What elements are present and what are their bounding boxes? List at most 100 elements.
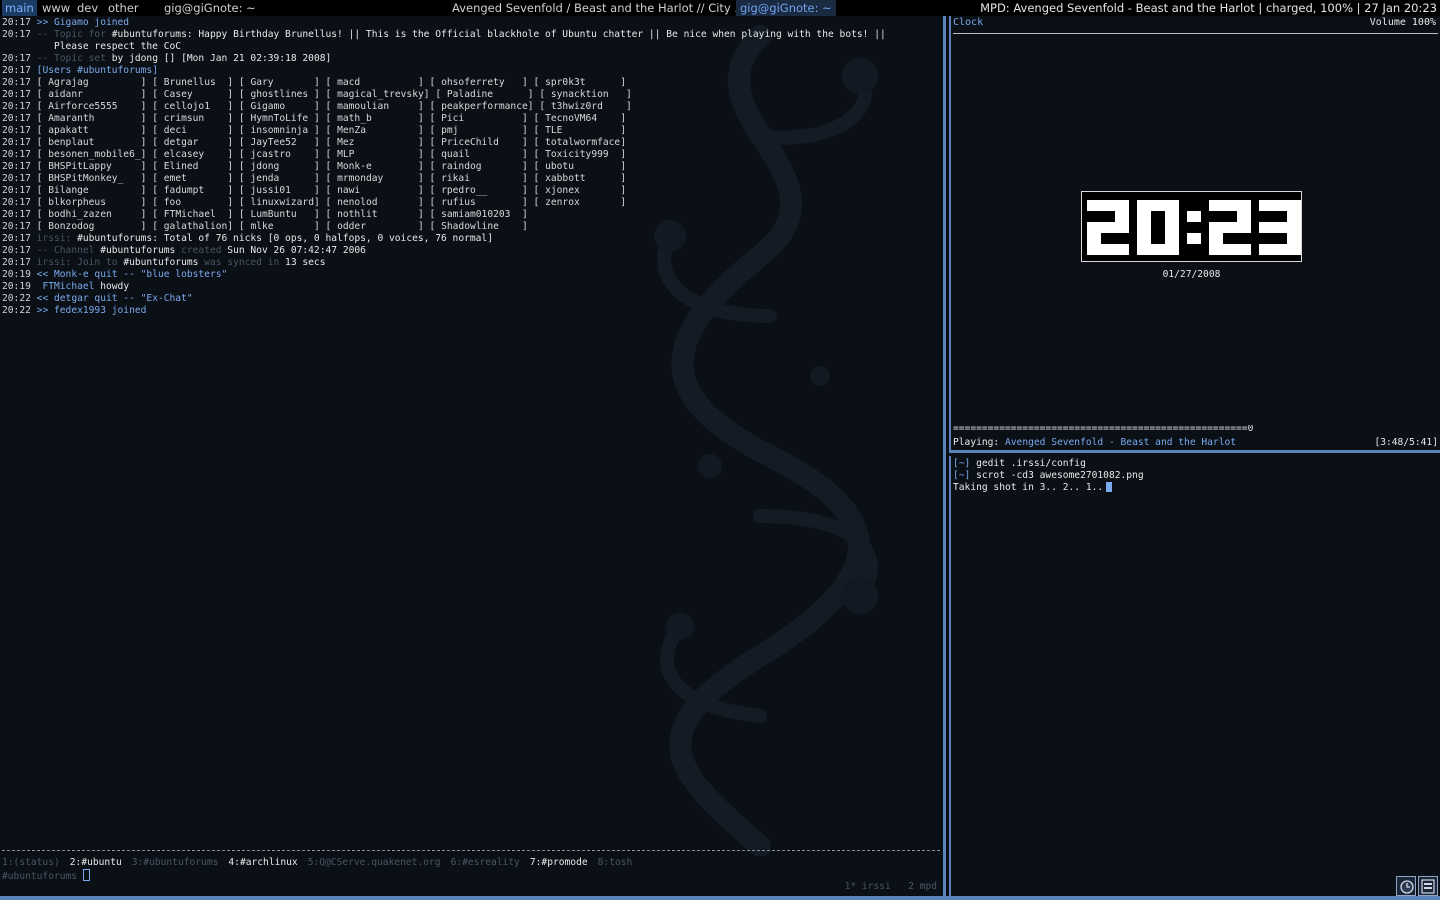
clock-icon[interactable] [1396,876,1416,896]
battery-icon[interactable] [1418,876,1438,896]
activity-window-4[interactable]: 4:#archlinux [228,857,297,868]
taskbar-window-player[interactable]: Avenged Sevenfold / Beast and the Harlot… [452,0,745,16]
user-nick[interactable]: cellojo1 [164,101,228,112]
activity-window-1[interactable]: 1:(status) [2,857,60,868]
user-nick[interactable]: t3hwiz0rd [551,101,626,112]
clock-digit-block [1273,222,1287,233]
user-nick[interactable]: quail [441,149,522,160]
activity-window-2[interactable]: 2:#ubuntu [70,857,122,868]
user-nick[interactable]: HymnToLife [250,113,314,124]
user-nick[interactable]: deci [164,125,228,136]
user-nick[interactable]: detgar [164,137,228,148]
user-nick[interactable]: Casey [164,89,228,100]
user-nick[interactable]: JayTee52 [250,137,314,148]
pane-separator [951,450,1440,453]
user-nick[interactable]: benplaut [48,137,140,148]
user-nick[interactable]: Bonzodog [48,221,140,232]
user-nick[interactable]: Brunellus [164,77,228,88]
activity-window-6[interactable]: 6:#esreality [451,857,520,868]
user-nick[interactable]: besonen_mobile6_ [48,149,140,160]
user-nick[interactable]: ghostlines [250,89,314,100]
tag-dev[interactable]: dev [74,0,101,16]
user-nick[interactable]: rikai [441,173,522,184]
user-nick[interactable]: Gary [250,77,314,88]
tag-www[interactable]: www [39,0,73,16]
user-nick[interactable]: ohsoferrety [441,77,522,88]
user-nick[interactable]: aidanr [48,89,140,100]
user-nick[interactable]: BHSPitMonkey_ [48,173,140,184]
user-nick[interactable]: Gigamo [250,101,314,112]
terminal-pane[interactable]: [~] gedit .irssi/config [~] scrot -cd3 a… [949,456,1440,896]
user-nick[interactable]: Toxicity999 [545,149,620,160]
activity-window-5[interactable]: 5:Q@CServe.quakenet.org [308,857,441,868]
user-nick[interactable]: Elined [164,161,228,172]
user-nick[interactable]: insomninja [250,125,314,136]
user-nick[interactable]: elcasey [164,149,228,160]
user-nick[interactable]: xabbott [545,173,620,184]
user-nick[interactable]: TLE [545,125,620,136]
user-nick[interactable]: Mez [337,137,418,148]
user-nick[interactable]: Monk-e [337,161,418,172]
user-nick[interactable]: Pici [441,113,522,124]
tag-main[interactable]: main [2,0,37,16]
clock-pane[interactable]: Clock Volume 100% 01/27/2008 ===========… [949,16,1440,453]
user-nick[interactable]: Agrajag [48,77,140,88]
activity-window-3[interactable]: 3:#ubuntuforums [132,857,219,868]
user-nick[interactable]: jussi01 [250,185,314,196]
user-nick[interactable]: totalwormface [545,137,620,148]
user-nick[interactable]: Paladine [447,89,528,100]
user-nick[interactable]: LumBuntu [250,209,314,220]
user-nick[interactable]: Shadowline [441,221,522,232]
user-nick[interactable]: zenrox [545,197,620,208]
tag-other[interactable]: other [105,0,142,16]
user-nick[interactable]: mamoulian [337,101,418,112]
user-nick[interactable]: mlke [250,221,314,232]
user-nick[interactable]: jenda [250,173,314,184]
user-nick[interactable]: apakatt [48,125,140,136]
taskbar-window-terminal[interactable]: gig@giGnote: ~ [164,0,256,16]
user-nick[interactable]: ubotu [545,161,620,172]
irssi-window[interactable]: 20:17 >> Gigamo joined 20:17 -- Topic fo… [0,16,946,898]
user-nick[interactable]: math_b [337,113,418,124]
user-nick[interactable]: FTMichael [164,209,228,220]
user-nick[interactable]: galathalion [164,221,228,232]
user-nick[interactable]: pmj [441,125,522,136]
user-nick[interactable]: Amaranth [48,113,140,124]
user-nick[interactable]: spr0k3t [545,77,620,88]
user-nick[interactable]: MLP [337,149,418,160]
user-nick[interactable]: linuxwizard [250,197,314,208]
user-nick[interactable]: blkorpheus [48,197,140,208]
input-line[interactable]: #ubuntuforums [2,869,90,882]
user-nick[interactable]: bodhi_zazen [48,209,140,220]
user-nick[interactable]: mrmonday [337,173,418,184]
user-nick[interactable]: jcastro [250,149,314,160]
user-nick[interactable]: rpedro__ [441,185,522,196]
user-nick[interactable]: MenZa [337,125,418,136]
activity-window-7[interactable]: 7:#promode [530,857,588,868]
user-nick[interactable]: fadumpt [164,185,228,196]
user-nick[interactable]: xjonex [545,185,620,196]
user-nick[interactable]: Bilange [48,185,140,196]
taskbar-window-terminal-focused[interactable]: gig@giGnote: ~ [736,0,836,16]
user-nick[interactable]: samiam010203 [441,209,522,220]
user-nick[interactable]: rufius [441,197,522,208]
song-progress-bar[interactable]: ========================================… [953,425,1273,433]
user-nick[interactable]: macd [337,77,418,88]
user-nick[interactable]: magical_trevsky [337,89,424,100]
user-nick[interactable]: jdong [250,161,314,172]
user-nick[interactable]: PriceChild [441,137,522,148]
user-nick[interactable]: nothlit [337,209,418,220]
user-nick[interactable]: nenolod [337,197,418,208]
user-nick[interactable]: crimsun [164,113,228,124]
user-nick[interactable]: TecnoVM64 [545,113,620,124]
user-nick[interactable]: synacktion [551,89,626,100]
user-nick[interactable]: Airforce5555 [48,101,140,112]
user-nick[interactable]: nawi [337,185,418,196]
user-nick[interactable]: raindog [441,161,522,172]
user-nick[interactable]: BHSPitLappy [48,161,140,172]
user-nick[interactable]: foo [164,197,228,208]
user-nick[interactable]: peakperformance [441,101,528,112]
activity-window-8[interactable]: 8:tosh [598,857,633,868]
user-nick[interactable]: emet [164,173,228,184]
user-nick[interactable]: odder [337,221,418,232]
